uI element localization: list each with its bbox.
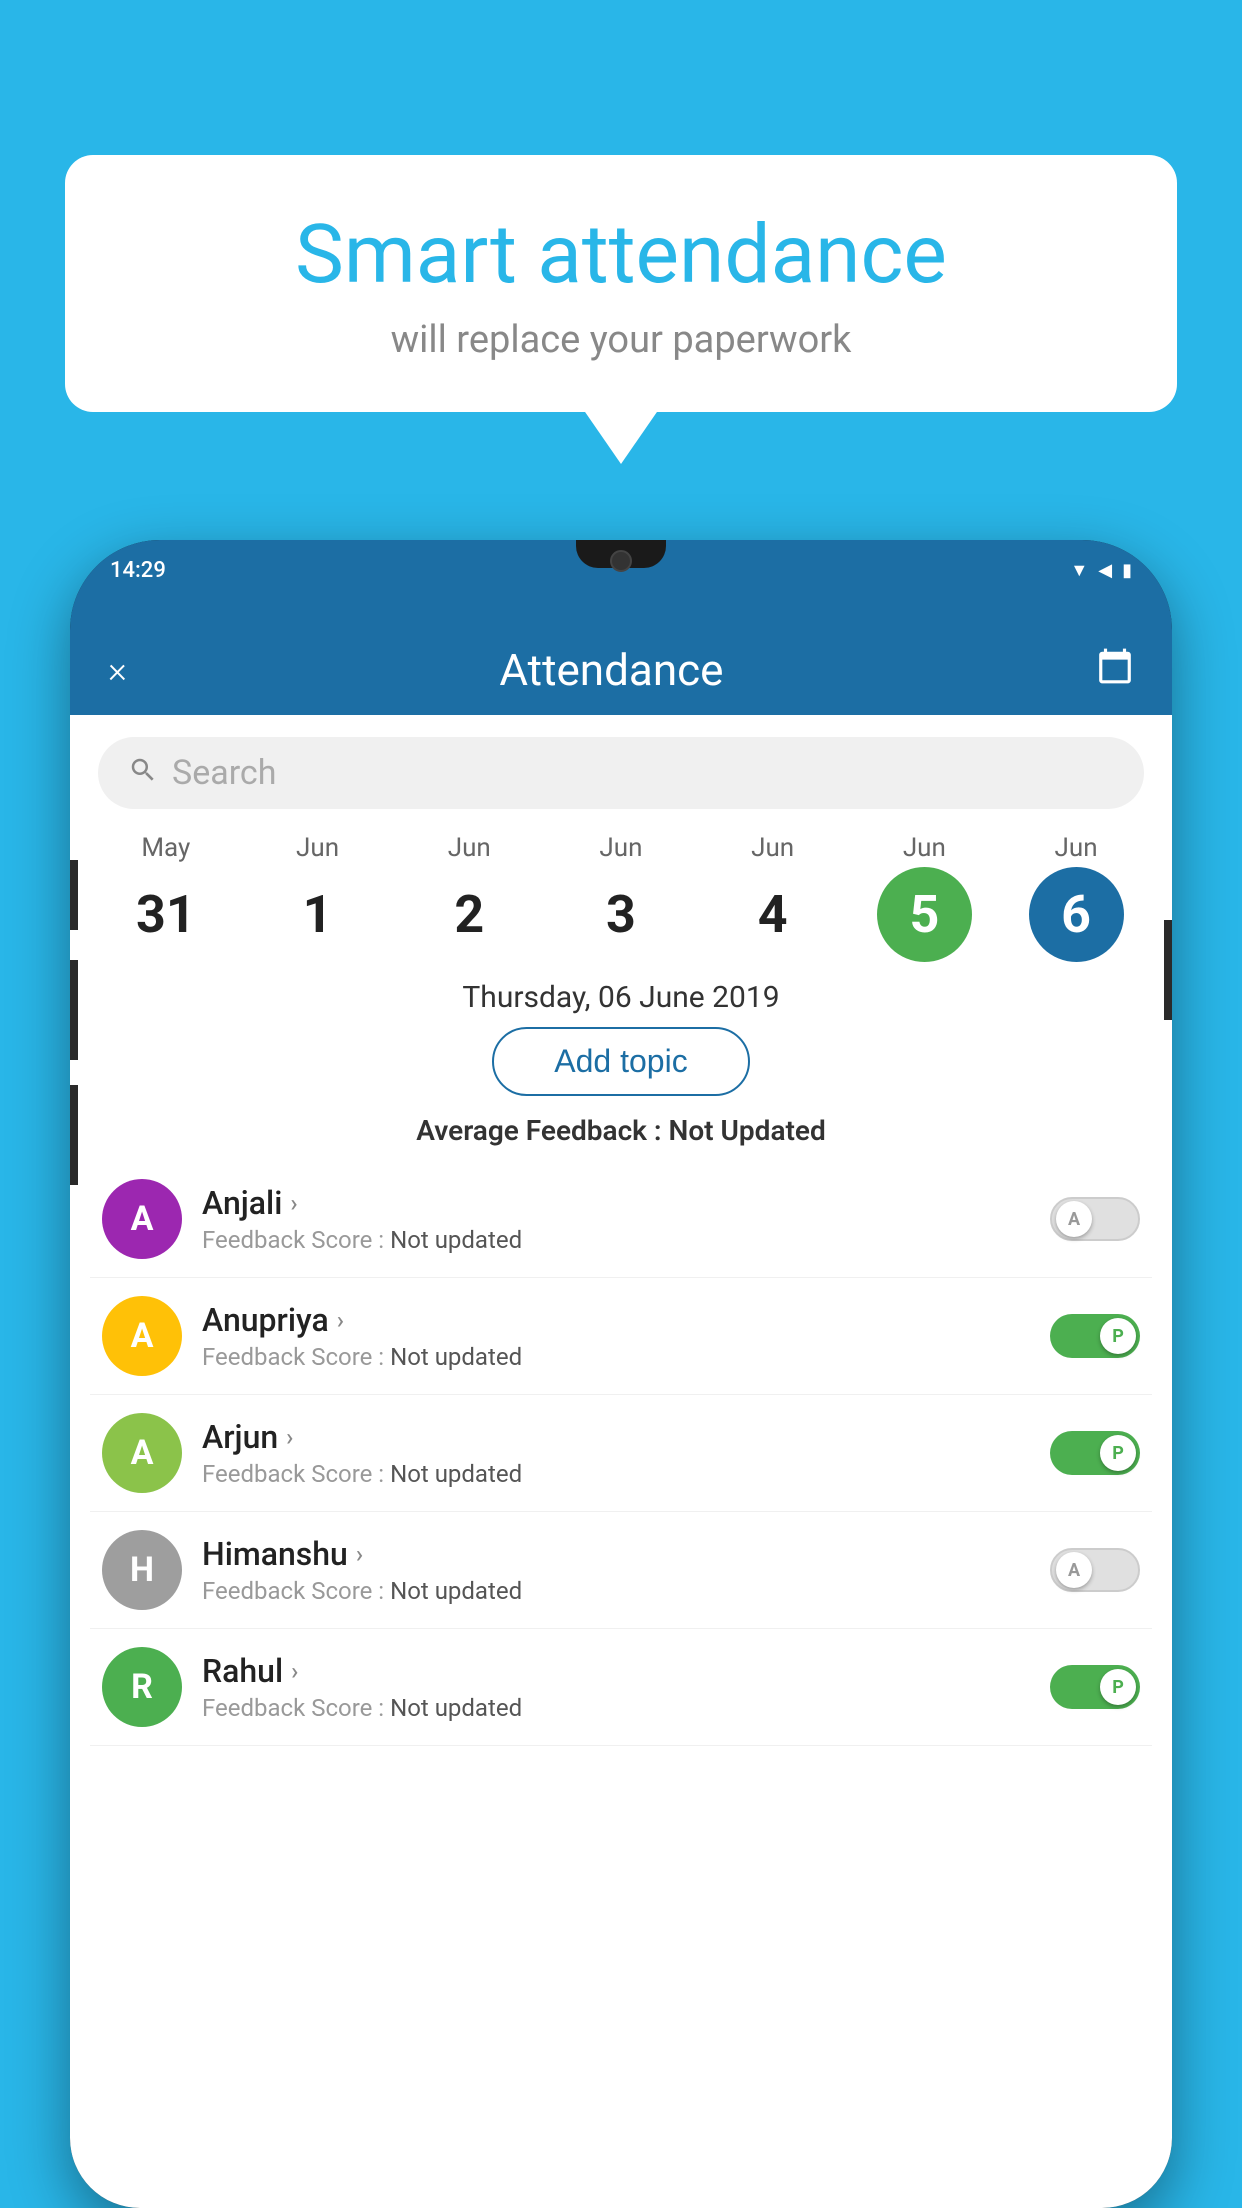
speech-bubble-container: Smart attendance will replace your paper…	[65, 155, 1177, 412]
attendance-toggle[interactable]: P	[1050, 1431, 1140, 1475]
toggle-knob: A	[1056, 1201, 1092, 1237]
student-feedback: Feedback Score : Not updated	[202, 1226, 1030, 1254]
signal-icon: ◀	[1098, 560, 1112, 581]
student-avatar: A	[102, 1413, 182, 1493]
student-feedback: Feedback Score : Not updated	[202, 1694, 1030, 1722]
student-item[interactable]: H Himanshu › Feedback Score : Not updated A	[90, 1512, 1152, 1629]
power-button	[70, 860, 78, 930]
search-bar[interactable]: Search	[98, 737, 1144, 809]
app-header: × Attendance	[70, 625, 1172, 715]
student-item[interactable]: A Anupriya › Feedback Score : Not updated P	[90, 1278, 1152, 1395]
calendar-day-6[interactable]: Jun 6	[1016, 833, 1136, 962]
calendar-day-3[interactable]: Jun 3	[561, 833, 681, 962]
status-time: 14:29	[110, 554, 166, 583]
attendance-toggle[interactable]: A	[1050, 1197, 1140, 1241]
selected-date-label: Thursday, 06 June 2019	[70, 980, 1172, 1015]
calendar-day-2[interactable]: Jun 2	[409, 833, 529, 962]
calendar-day-5[interactable]: Jun 5	[864, 833, 984, 962]
phone-frame: 14:29 ▼ ◀ ▮ × Attendance Search	[70, 540, 1172, 2208]
cal-month-label: Jun	[903, 833, 946, 863]
cal-date-label: 5	[909, 889, 939, 941]
cal-month-label: Jun	[1055, 833, 1098, 863]
camera-dot	[610, 550, 632, 572]
calendar-row: May 31 Jun 1 Jun 2 Jun 3 Jun 4 Jun 5 Jun 6	[70, 819, 1172, 962]
cal-month-label: Jun	[296, 833, 339, 863]
status-icons: ▼ ◀ ▮	[1070, 554, 1132, 581]
student-feedback: Feedback Score : Not updated	[202, 1577, 1030, 1605]
student-info: Arjun › Feedback Score : Not updated	[202, 1418, 1030, 1488]
chevron-icon: ›	[291, 1657, 298, 1685]
student-name: Anupriya ›	[202, 1301, 1030, 1339]
cal-date-label: 6	[1061, 889, 1091, 941]
feedback-value: Not updated	[390, 1460, 522, 1488]
chevron-icon: ›	[290, 1189, 297, 1217]
add-topic-section: Add topic	[70, 1027, 1172, 1096]
volume-up-button	[70, 960, 78, 1060]
toggle-knob: P	[1100, 1435, 1136, 1471]
calendar-icon[interactable]	[1096, 647, 1134, 694]
attendance-toggle[interactable]: P	[1050, 1314, 1140, 1358]
status-bar: 14:29 ▼ ◀ ▮	[70, 540, 1172, 625]
close-button[interactable]: ×	[108, 649, 127, 691]
volume-button-right	[1164, 920, 1172, 1020]
search-icon	[128, 755, 158, 792]
chevron-icon: ›	[356, 1540, 363, 1568]
attendance-toggle[interactable]: P	[1050, 1665, 1140, 1709]
student-name: Anjali ›	[202, 1184, 1030, 1222]
student-info: Rahul › Feedback Score : Not updated	[202, 1652, 1030, 1722]
avg-feedback-label: Average Feedback :	[416, 1114, 668, 1147]
cal-date-label: 1	[303, 889, 333, 941]
student-info: Anupriya › Feedback Score : Not updated	[202, 1301, 1030, 1371]
student-item[interactable]: R Rahul › Feedback Score : Not updated P	[90, 1629, 1152, 1746]
feedback-value: Not updated	[390, 1226, 522, 1254]
student-info: Anjali › Feedback Score : Not updated	[202, 1184, 1030, 1254]
speech-bubble: Smart attendance will replace your paper…	[65, 155, 1177, 412]
cal-month-label: May	[141, 833, 190, 863]
student-info: Himanshu › Feedback Score : Not updated	[202, 1535, 1030, 1605]
toggle-knob: P	[1100, 1669, 1136, 1705]
phone-content: Search May 31 Jun 1 Jun 2 Jun 3 Jun 4 Jun 5 Jun 6 Thu…	[70, 715, 1172, 2208]
feedback-value: Not updated	[390, 1694, 522, 1722]
header-title: Attendance	[499, 644, 723, 696]
avg-feedback: Average Feedback : Not Updated	[70, 1114, 1172, 1147]
bubble-title: Smart attendance	[125, 210, 1117, 300]
cal-month-label: Jun	[599, 833, 642, 863]
cal-date-label: 2	[454, 889, 484, 941]
student-name: Rahul ›	[202, 1652, 1030, 1690]
student-item[interactable]: A Anjali › Feedback Score : Not updated A	[90, 1161, 1152, 1278]
chevron-icon: ›	[286, 1423, 293, 1451]
student-avatar: A	[102, 1179, 182, 1259]
cal-month-label: Jun	[751, 833, 794, 863]
feedback-value: Not updated	[390, 1343, 522, 1371]
attendance-toggle[interactable]: A	[1050, 1548, 1140, 1592]
cal-date-label: 4	[758, 889, 788, 941]
student-list: AAnjali ›Feedback Score : Not updatedAAA…	[70, 1161, 1172, 1746]
wifi-icon: ▼	[1070, 560, 1088, 581]
student-name: Arjun ›	[202, 1418, 1030, 1456]
volume-down-button	[70, 1085, 78, 1185]
calendar-day-4[interactable]: Jun 4	[713, 833, 833, 962]
bubble-subtitle: will replace your paperwork	[125, 318, 1117, 362]
calendar-day-1[interactable]: Jun 1	[258, 833, 378, 962]
calendar-day-31[interactable]: May 31	[106, 833, 226, 962]
cal-date-label: 31	[136, 889, 196, 941]
add-topic-button[interactable]: Add topic	[492, 1027, 749, 1096]
battery-icon: ▮	[1122, 560, 1132, 581]
student-feedback: Feedback Score : Not updated	[202, 1343, 1030, 1371]
student-avatar: A	[102, 1296, 182, 1376]
student-item[interactable]: A Arjun › Feedback Score : Not updated P	[90, 1395, 1152, 1512]
student-name: Himanshu ›	[202, 1535, 1030, 1573]
chevron-icon: ›	[337, 1306, 344, 1334]
student-avatar: R	[102, 1647, 182, 1727]
student-avatar: H	[102, 1530, 182, 1610]
phone-notch	[576, 540, 666, 568]
toggle-knob: P	[1100, 1318, 1136, 1354]
student-feedback: Feedback Score : Not updated	[202, 1460, 1030, 1488]
avg-feedback-value: Not Updated	[669, 1114, 826, 1147]
cal-month-label: Jun	[448, 833, 491, 863]
search-placeholder: Search	[172, 753, 276, 793]
toggle-knob: A	[1056, 1552, 1092, 1588]
cal-date-label: 3	[606, 889, 636, 941]
feedback-value: Not updated	[390, 1577, 522, 1605]
